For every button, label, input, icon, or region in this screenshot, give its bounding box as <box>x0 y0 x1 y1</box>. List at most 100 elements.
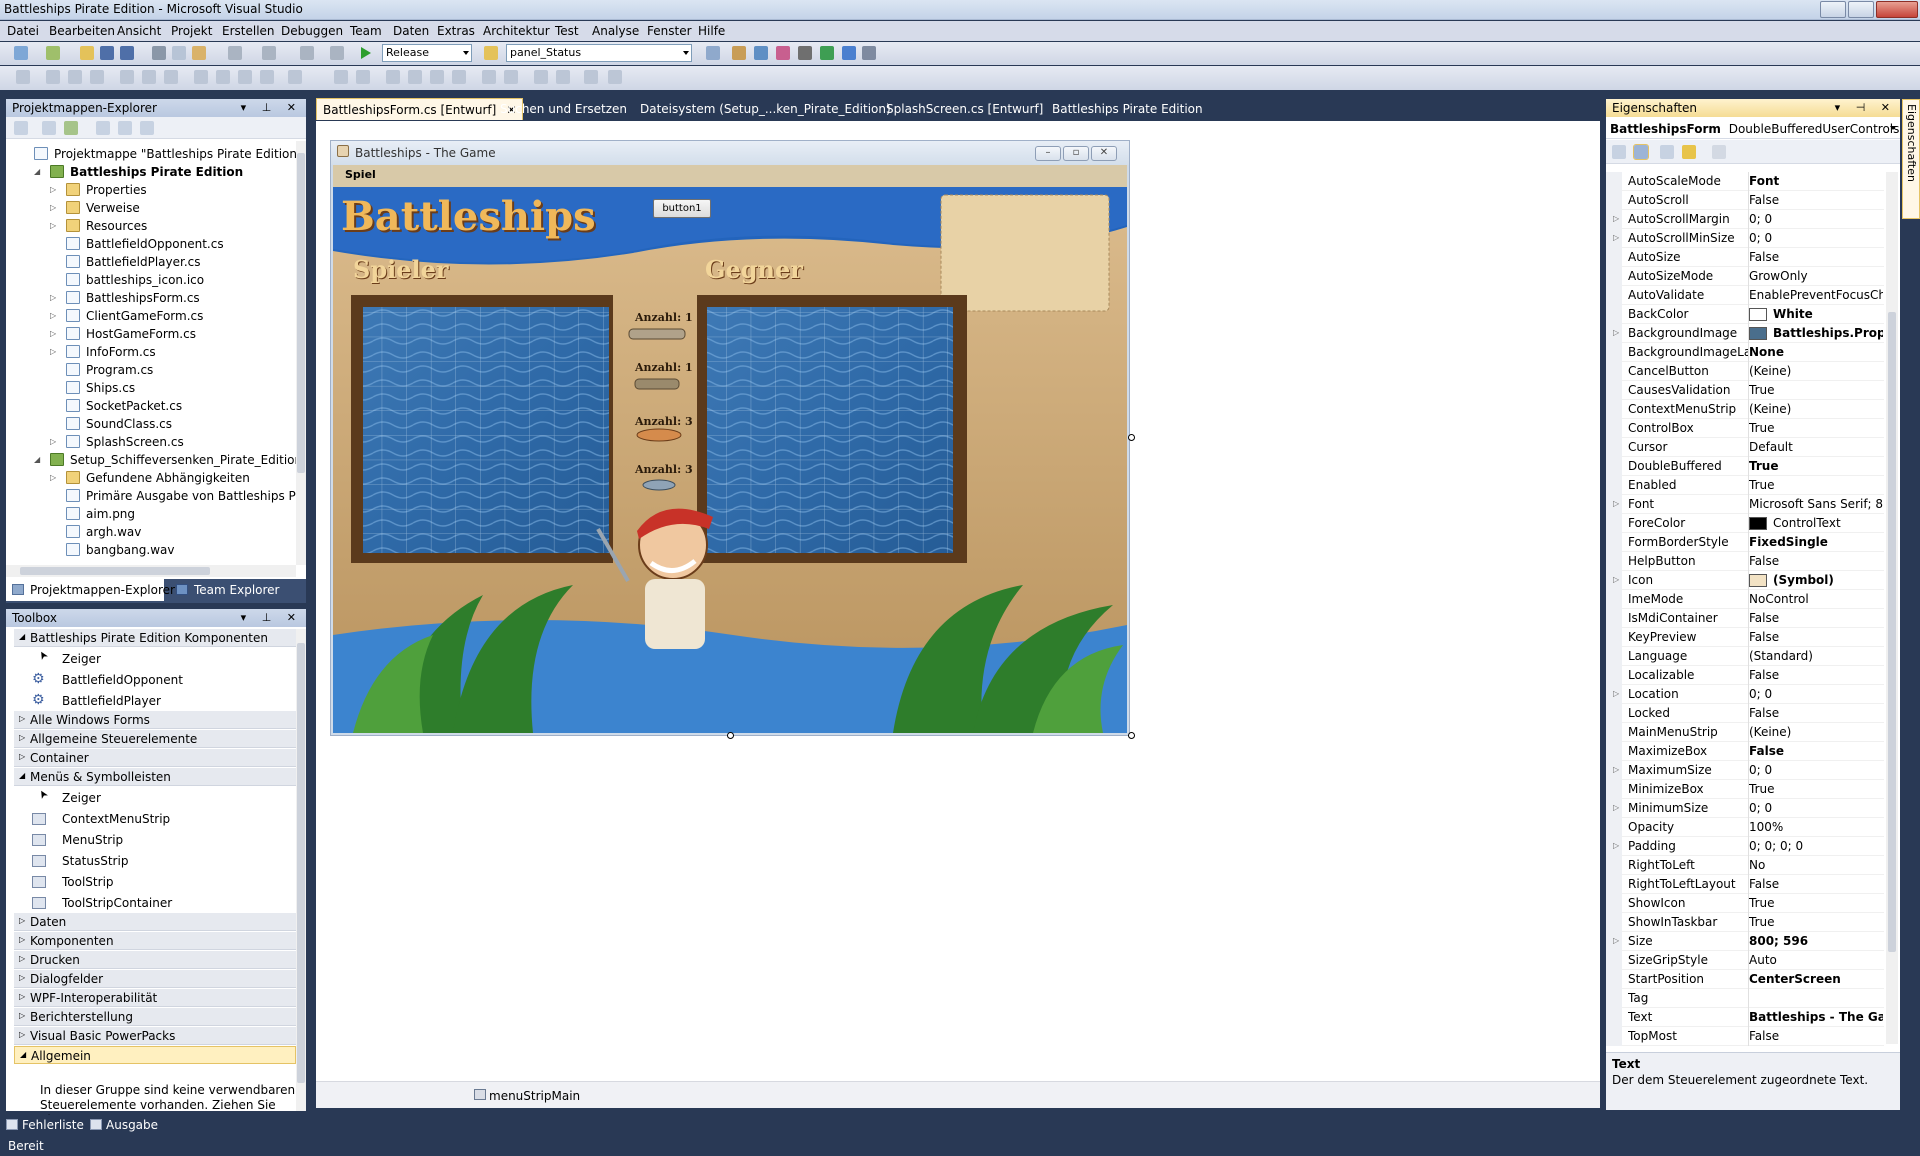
property-value[interactable]: Font <box>1749 174 1883 188</box>
maximize-button[interactable] <box>1848 1 1874 18</box>
remove-vertical-spacing-icon[interactable] <box>452 70 466 84</box>
decrease-spacing-icon[interactable] <box>334 70 348 84</box>
property-row[interactable]: Opacity 100% <box>1606 818 1884 837</box>
property-value[interactable]: NoControl <box>1749 592 1883 606</box>
collapse-arrow-icon[interactable]: ◢ <box>19 632 25 641</box>
navigate-back-icon[interactable] <box>300 46 314 60</box>
toolbox-group[interactable]: ◢ Battleships Pirate Edition Komponenten <box>14 629 296 647</box>
property-row[interactable]: BackgroundImageLayoutNone <box>1606 343 1884 362</box>
property-row[interactable]: StartPosition CenterScreen <box>1606 970 1884 989</box>
collapse-arrow-icon[interactable]: ◢ <box>20 1050 26 1059</box>
class-diagram-icon[interactable] <box>140 121 154 135</box>
new-project-icon[interactable] <box>14 46 28 60</box>
doc-tab-battleshipsform[interactable]: BattleshipsForm.cs [Entwurf] ✕ <box>316 98 524 120</box>
property-row[interactable]: ▷ AutoScrollMargin 0; 0 <box>1606 210 1884 229</box>
size-to-grid-icon[interactable] <box>260 70 274 84</box>
send-to-back-icon[interactable] <box>556 70 570 84</box>
property-value[interactable]: 0; 0 <box>1749 801 1883 815</box>
property-row[interactable]: AutoSizeMode GrowOnly <box>1606 267 1884 286</box>
show-all-files-icon[interactable] <box>42 121 56 135</box>
tree-item[interactable]: SocketPacket.cs <box>6 397 296 415</box>
toolbox-group[interactable]: ◢ Allgemein <box>14 1046 296 1064</box>
scrollbar-thumb[interactable] <box>297 643 305 1083</box>
expand-arrow-icon[interactable]: ▷ <box>1613 689 1619 698</box>
solution-explorer-icon[interactable] <box>706 46 720 60</box>
tree-item[interactable]: Ships.cs <box>6 379 296 397</box>
copy-icon[interactable] <box>172 46 186 60</box>
property-value[interactable]: EnablePreventFocusChange <box>1749 288 1883 302</box>
property-row[interactable]: ▷ AutoScrollMinSize 0; 0 <box>1606 229 1884 248</box>
toolbox-scrollbar[interactable] <box>296 629 306 1111</box>
property-value[interactable]: FixedSingle <box>1749 535 1883 549</box>
property-value[interactable]: (Keine) <box>1749 402 1883 416</box>
property-value[interactable]: Microsoft Sans Serif; 8,25pt <box>1749 497 1883 511</box>
paste-icon[interactable] <box>192 46 206 60</box>
toolbox-item[interactable]: ⚙ BattlefieldOpponent <box>28 670 183 690</box>
property-value[interactable]: Battleships.Properties <box>1749 326 1883 340</box>
vertical-spacing-icon[interactable] <box>386 70 400 84</box>
tree-item[interactable]: ▷ Properties <box>6 181 296 199</box>
categorized-icon[interactable] <box>1612 145 1626 159</box>
expand-arrow-icon[interactable]: ▷ <box>19 752 25 761</box>
property-value[interactable]: None <box>1749 345 1883 359</box>
object-browser-icon[interactable] <box>754 46 768 60</box>
toolbox-item[interactable]: ToolStripContainer <box>28 893 172 913</box>
configuration-select[interactable]: Release <box>382 44 472 62</box>
property-row[interactable]: MaximizeBox False <box>1606 742 1884 761</box>
toolbox-group[interactable]: ▷ Container <box>14 749 296 767</box>
property-value[interactable]: False <box>1749 193 1883 207</box>
tree-item[interactable]: ▷ Gefundene Abhängigkeiten <box>6 469 296 487</box>
find-combo[interactable]: panel_Status <box>506 44 692 62</box>
expand-arrow-icon[interactable]: ▷ <box>1613 214 1619 223</box>
expand-arrow-icon[interactable]: ▷ <box>1613 803 1619 812</box>
tree-vertical-scrollbar[interactable] <box>296 141 306 565</box>
toolbox-group[interactable]: ▷ Alle Windows Forms <box>14 711 296 729</box>
property-value[interactable]: Default <box>1749 440 1883 454</box>
tab-solution-explorer[interactable]: Projektmappen-Explorer <box>6 579 175 601</box>
view-designer-icon[interactable] <box>118 121 132 135</box>
open-folder-icon[interactable] <box>80 46 94 60</box>
close-button[interactable] <box>1876 1 1918 18</box>
menu-daten[interactable]: Daten <box>393 24 429 38</box>
property-value[interactable]: (Keine) <box>1749 725 1883 739</box>
property-row[interactable]: Localizable False <box>1606 666 1884 685</box>
property-value[interactable]: CenterScreen <box>1749 972 1883 986</box>
form-close-button[interactable]: ✕ <box>1091 146 1117 161</box>
form-maximize-button[interactable]: ▫ <box>1063 146 1089 161</box>
property-row[interactable]: AutoScaleMode Font <box>1606 172 1884 191</box>
property-value[interactable]: False <box>1749 706 1883 720</box>
tree-item[interactable]: Projektmappe "Battleships Pirate Edition… <box>6 145 296 163</box>
property-row[interactable]: MinimizeBox True <box>1606 780 1884 799</box>
property-value[interactable]: Battleships - The Game <box>1749 1010 1883 1024</box>
horizontal-spacing-icon[interactable] <box>288 70 302 84</box>
expand-arrow-icon[interactable]: ▷ <box>50 329 56 338</box>
expand-arrow-icon[interactable]: ▷ <box>50 473 56 482</box>
toolbox-item[interactable]: ⚙ BattlefieldPlayer <box>28 691 161 711</box>
menu-extras[interactable]: Extras <box>437 24 475 38</box>
menu-ansicht[interactable]: Ansicht <box>117 24 161 38</box>
toolbox-group[interactable]: ▷ Drucken <box>14 951 296 969</box>
property-grid-scrollbar[interactable] <box>1886 172 1898 1044</box>
align-bottom-icon[interactable] <box>164 70 178 84</box>
property-row[interactable]: ShowInTaskbar True <box>1606 913 1884 932</box>
property-row[interactable]: RightToLeftLayout False <box>1606 875 1884 894</box>
expand-arrow-icon[interactable]: ▷ <box>1613 575 1619 584</box>
property-value[interactable]: (Symbol) <box>1749 573 1883 587</box>
button1[interactable]: button1 <box>653 199 711 218</box>
property-value[interactable]: True <box>1749 421 1883 435</box>
property-value[interactable]: GrowOnly <box>1749 269 1883 283</box>
property-row[interactable]: AutoValidate EnablePreventFocusChange <box>1606 286 1884 305</box>
expand-arrow-icon[interactable]: ▷ <box>19 992 25 1001</box>
property-value[interactable]: False <box>1749 877 1883 891</box>
properties-icon[interactable] <box>14 121 28 135</box>
menu-analyse[interactable]: Analyse <box>592 24 639 38</box>
center-horizontally-icon[interactable] <box>482 70 496 84</box>
menu-bearbeiten[interactable]: Bearbeiten <box>49 24 115 38</box>
collapse-arrow-icon[interactable]: ◢ <box>34 455 40 464</box>
property-row[interactable]: ▷ BackgroundImage Battleships.Properties <box>1606 324 1884 343</box>
property-value[interactable]: No <box>1749 858 1883 872</box>
property-value[interactable]: False <box>1749 250 1883 264</box>
expand-arrow-icon[interactable]: ▷ <box>50 185 56 194</box>
property-row[interactable]: ControlBox True <box>1606 419 1884 438</box>
expand-arrow-icon[interactable]: ▷ <box>19 935 25 944</box>
